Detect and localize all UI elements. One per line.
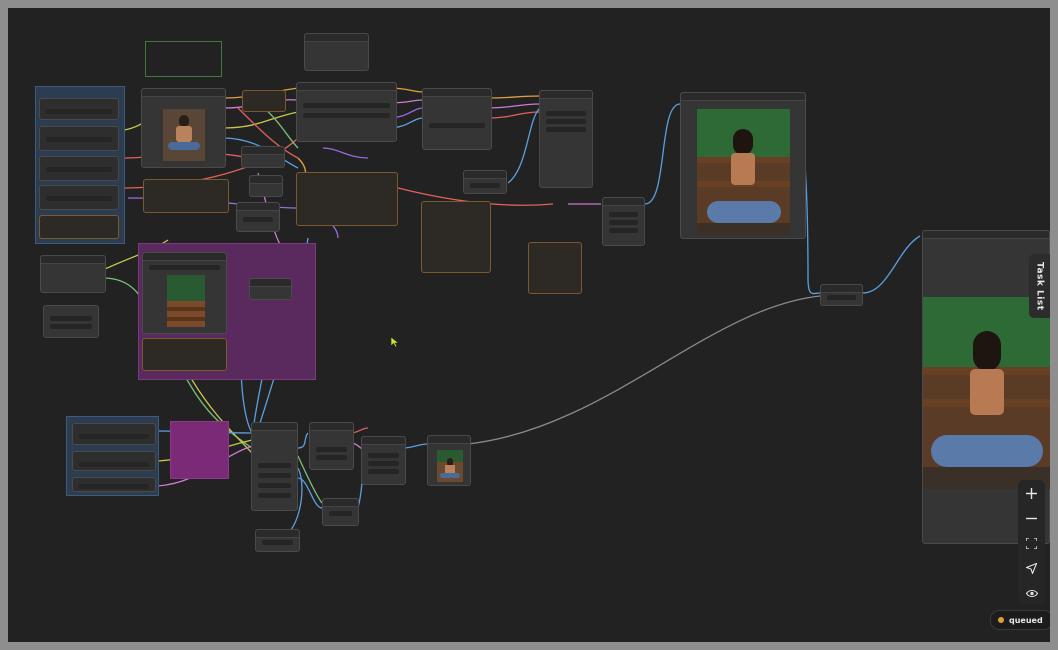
note-node-3[interactable] xyxy=(143,179,229,213)
preview-node-small[interactable] xyxy=(427,435,471,486)
note-node-6[interactable] xyxy=(142,338,227,371)
plus-icon xyxy=(1026,487,1037,499)
small-node-a[interactable] xyxy=(241,146,285,168)
encode-node[interactable] xyxy=(309,422,354,470)
load-image-node[interactable] xyxy=(141,88,226,168)
ksampler-node[interactable] xyxy=(251,422,298,511)
loader-node-5[interactable] xyxy=(72,423,156,445)
green-group[interactable] xyxy=(145,41,222,77)
prompt-node[interactable] xyxy=(296,172,398,226)
queue-status-badge[interactable]: queued xyxy=(990,610,1050,630)
loader-node-7[interactable] xyxy=(72,477,156,492)
task-list-tab[interactable]: Task List xyxy=(1029,254,1050,318)
mouse-cursor-icon xyxy=(390,336,400,348)
small-node-g[interactable] xyxy=(255,529,300,552)
task-list-label: Task List xyxy=(1034,261,1045,311)
preview-small-thumb xyxy=(437,450,463,482)
note-node-5[interactable] xyxy=(528,242,582,294)
input-image-thumb xyxy=(163,109,205,161)
small-node-d[interactable] xyxy=(463,170,507,194)
eye-icon xyxy=(1025,589,1038,597)
small-node-e[interactable] xyxy=(249,278,292,300)
fit-view-button[interactable] xyxy=(1018,532,1045,554)
preview-image-node[interactable] xyxy=(680,92,806,239)
value-node[interactable] xyxy=(43,305,99,338)
settings-node[interactable] xyxy=(539,90,593,188)
mask-preview-node[interactable] xyxy=(142,252,227,334)
lora-node[interactable] xyxy=(40,255,106,293)
preview-image xyxy=(697,109,790,235)
fit-view-icon xyxy=(1026,537,1037,549)
canvas-toolbar xyxy=(1018,480,1045,604)
loader-node-6[interactable] xyxy=(72,451,156,471)
navigate-icon xyxy=(1026,562,1037,574)
locate-button[interactable] xyxy=(1018,557,1045,579)
toggle-visibility-button[interactable] xyxy=(1018,582,1045,604)
magenta-group[interactable] xyxy=(170,421,229,479)
mask-image-thumb xyxy=(167,275,205,327)
node-graph-canvas[interactable]: Task List queued xyxy=(8,8,1050,642)
decode-node[interactable] xyxy=(361,436,406,485)
small-node-f[interactable] xyxy=(322,498,359,526)
small-node-b[interactable] xyxy=(249,175,283,197)
loader-node-4[interactable] xyxy=(39,185,119,210)
note-node-2[interactable] xyxy=(242,90,286,112)
small-node-c[interactable] xyxy=(236,202,280,232)
note-node-4[interactable] xyxy=(421,201,491,273)
sampler-node[interactable] xyxy=(296,82,397,142)
compare-node[interactable] xyxy=(820,284,863,306)
loader-node-3[interactable] xyxy=(39,156,119,181)
loader-node-2[interactable] xyxy=(39,126,119,151)
minus-icon xyxy=(1026,517,1037,519)
note-node-1[interactable] xyxy=(39,215,119,239)
upscale-node[interactable] xyxy=(602,197,645,246)
loader-node-1[interactable] xyxy=(39,98,119,120)
output-image xyxy=(923,297,1050,489)
queue-status-label: queued xyxy=(1009,615,1043,625)
conditioning-node[interactable] xyxy=(422,88,492,150)
zoom-in-button[interactable] xyxy=(1018,482,1045,504)
status-dot-icon xyxy=(998,617,1004,623)
small-node-top[interactable] xyxy=(304,33,369,71)
zoom-out-button[interactable] xyxy=(1018,507,1045,529)
